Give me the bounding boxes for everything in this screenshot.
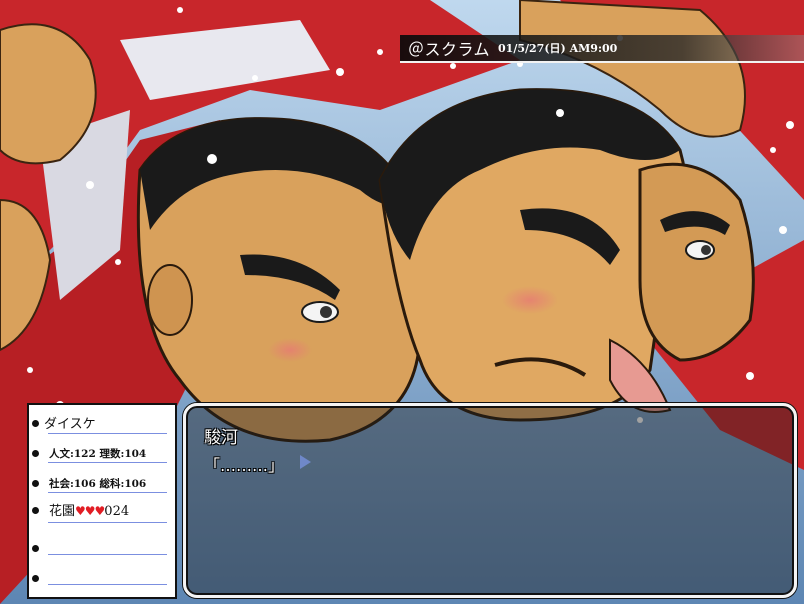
affection-value: 024 <box>104 504 130 519</box>
bullet-icon <box>32 575 39 582</box>
next-arrow-icon[interactable] <box>300 455 311 469</box>
location-label: ＠スクラム <box>408 40 491 59</box>
status-panel: ダイスケ 人文:122 理数:104 社会:106 総科:106 花園♥♥♥02… <box>27 403 177 599</box>
stats-line-1: 人文:122 理数:104 <box>49 448 147 460</box>
affection-line: 花園♥♥♥024 <box>49 500 129 519</box>
heart-icons: ♥♥♥ <box>75 504 105 518</box>
location-banner: ＠スクラム 01/5/27(日) AM9:00 <box>400 35 804 63</box>
character-name: ダイスケ <box>44 417 96 432</box>
rule-line <box>48 554 167 555</box>
rule-line <box>48 492 167 493</box>
rule-line <box>48 462 167 463</box>
status-row-stats1: 人文:122 理数:104 <box>29 441 175 463</box>
status-row-name: ダイスケ <box>29 411 175 434</box>
girl-name: 花園 <box>49 504 76 519</box>
bullet-icon <box>32 545 39 552</box>
dialogue-text: 「………」 <box>204 456 285 475</box>
rule-line <box>48 522 167 523</box>
speaker-name: 駿河 <box>204 428 238 448</box>
rule-line <box>48 584 167 585</box>
status-row-stats2: 社会:106 総科:106 <box>29 471 175 493</box>
stats-line-2: 社会:106 総科:106 <box>49 478 147 490</box>
status-row-empty-2 <box>29 569 175 591</box>
status-row-affection: 花園♥♥♥024 <box>29 498 175 523</box>
rule-line <box>48 433 167 434</box>
status-row-empty-1 <box>29 539 175 561</box>
bullet-icon <box>32 507 39 514</box>
bullet-icon <box>32 480 39 487</box>
bullet-icon <box>32 450 39 457</box>
message-window[interactable]: 駿河 「………」 <box>183 403 797 598</box>
date-time-label: 01/5/27(日) AM9:00 <box>498 42 618 55</box>
bullet-icon <box>32 420 39 427</box>
